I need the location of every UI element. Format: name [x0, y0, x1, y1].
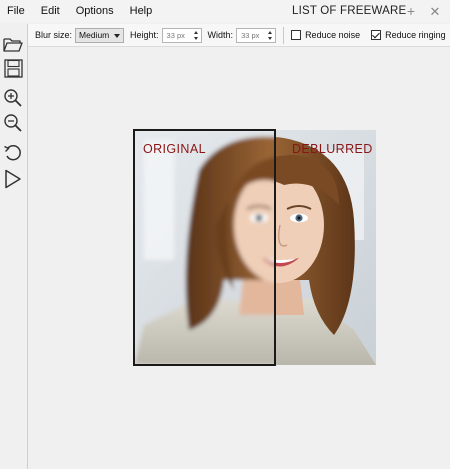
width-value: 33 px: [241, 30, 260, 40]
spin-arrows-icon[interactable]: [267, 30, 274, 41]
height-label: Height:: [130, 30, 159, 40]
play-icon[interactable]: [2, 168, 24, 190]
reduce-ringing-checkbox[interactable]: [371, 30, 382, 40]
menu-help[interactable]: Help: [122, 0, 161, 23]
toolbar-separator: [283, 26, 285, 44]
original-label: ORIGINAL: [143, 142, 206, 156]
height-spinbox[interactable]: 33 px: [161, 27, 202, 43]
undo-icon[interactable]: [2, 142, 24, 164]
blur-size-select[interactable]: Medium: [75, 27, 125, 43]
height-value: 33 px: [166, 30, 185, 40]
close-icon[interactable]: ✕: [427, 0, 443, 23]
open-folder-icon[interactable]: [2, 33, 24, 55]
plus-icon[interactable]: +: [403, 0, 419, 23]
options-toolbar: Blur size: Medium Height: 33 px Width: 3…: [28, 24, 450, 47]
reduce-noise-checkbox[interactable]: [291, 30, 302, 40]
menu-options[interactable]: Options: [68, 0, 122, 23]
save-icon[interactable]: [2, 57, 24, 79]
original-region-frame[interactable]: [133, 129, 276, 366]
deblurred-label: DEBLURRED: [292, 142, 373, 156]
blur-size-label: Blur size:: [35, 30, 73, 40]
width-spinbox[interactable]: 33 px: [236, 27, 277, 43]
spin-arrows-icon[interactable]: [193, 30, 200, 41]
chevron-down-icon: [114, 33, 121, 38]
zoom-out-icon[interactable]: [2, 112, 24, 134]
menu-file[interactable]: File: [0, 0, 33, 23]
reduce-noise-label: Reduce noise: [305, 30, 361, 40]
blur-size-value: Medium: [79, 29, 110, 40]
window-title: LIST OF FREEWARE: [292, 5, 407, 17]
reduce-ringing-label: Reduce ringing: [385, 30, 446, 40]
width-label: Width:: [207, 30, 234, 40]
zoom-in-icon[interactable]: [2, 87, 24, 109]
tool-sidebar: [0, 24, 28, 469]
menu-edit[interactable]: Edit: [33, 0, 68, 23]
